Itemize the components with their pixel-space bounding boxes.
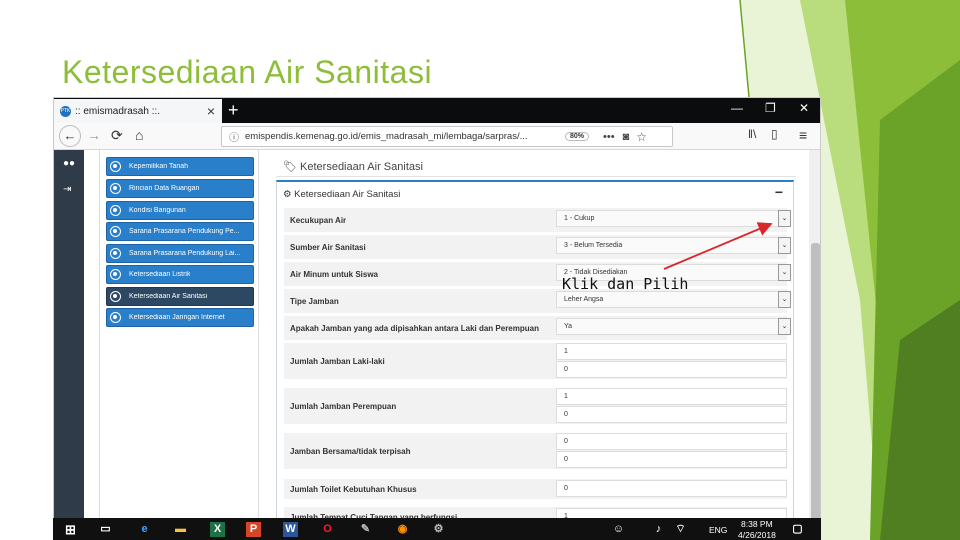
language-indicator[interactable]: ENG <box>709 525 727 535</box>
excel-icon[interactable]: X <box>210 522 225 537</box>
volume-icon[interactable]: ♪ <box>651 522 666 537</box>
edge-icon[interactable]: e <box>137 522 152 537</box>
callout-text: Klik dan Pilih <box>562 275 689 293</box>
firefox-icon[interactable]: ◉ <box>395 522 410 537</box>
task-view-icon[interactable]: ▭ <box>98 522 113 537</box>
paint-icon[interactable]: ✎ <box>358 522 373 537</box>
notification-icon[interactable]: ▢ <box>790 522 805 537</box>
callout-arrow <box>663 222 773 270</box>
settings-app-icon[interactable]: ⚙ <box>431 522 446 537</box>
powerpoint-icon[interactable]: P <box>246 522 261 537</box>
clock-time[interactable]: 8:38 PM <box>741 519 773 529</box>
windows-start-icon[interactable]: ⊞ <box>63 522 78 537</box>
clock-date[interactable]: 4/26/2018 <box>738 530 776 540</box>
opera-icon[interactable]: O <box>320 522 335 537</box>
word-icon[interactable]: W <box>283 522 298 537</box>
presentation-slide: Ketersediaan Air Sanitasi PTK :: emismad… <box>0 0 960 540</box>
network-icon[interactable]: ⌔ <box>673 522 688 537</box>
file-explorer-icon[interactable]: ▬ <box>173 522 188 537</box>
people-icon[interactable]: ☺ <box>611 522 626 537</box>
windows-taskbar: ⊞ ▭ e ▬ X P W O ✎ ◉ ⚙ ☺ ♪ ⌔ ENG 8:38 PM … <box>53 518 821 540</box>
